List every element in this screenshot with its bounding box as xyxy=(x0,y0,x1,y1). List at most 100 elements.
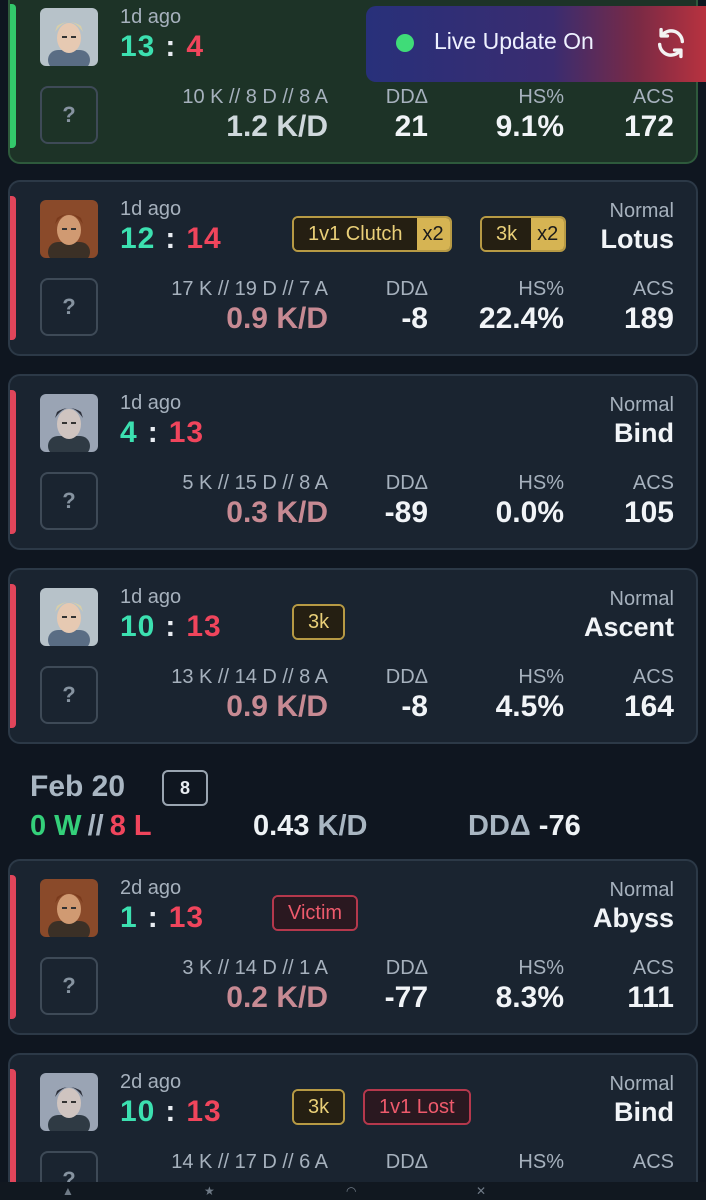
damage-delta-label: DDΔ xyxy=(385,957,428,979)
rounds-won: 10 xyxy=(120,1095,156,1128)
damage-delta-value: 21 xyxy=(394,110,428,143)
negative-achievement-badge: Victim xyxy=(272,895,359,931)
damage-delta-label: DDΔ xyxy=(385,86,428,108)
acs-value: 105 xyxy=(623,496,674,529)
kda-line: 5 K // 15 D // 8 A xyxy=(182,472,328,494)
damage-delta-value: -77 xyxy=(384,981,428,1014)
damage-delta-label: DDΔ xyxy=(385,666,428,688)
match-time-ago: 1d ago xyxy=(120,392,182,414)
game-mode: Normal xyxy=(609,200,674,222)
result-indicator xyxy=(10,1069,16,1200)
acs-value: 189 xyxy=(623,302,674,335)
agent-avatar xyxy=(40,588,98,646)
match-score: 1:13 xyxy=(120,901,204,935)
achievement-badge: 3k x2 xyxy=(480,216,567,252)
bottom-nav-bar: ▲ ★ ◠ ✕ xyxy=(0,1182,706,1200)
map-name: Bind xyxy=(614,1097,674,1127)
rounds-lost: 14 xyxy=(186,222,222,255)
map-name: Bind xyxy=(614,418,674,448)
sync-icon[interactable] xyxy=(654,26,688,60)
live-update-toast[interactable]: Live Update On xyxy=(366,6,706,82)
kd-ratio: 0.3 K/D xyxy=(226,496,328,529)
score-separator: : xyxy=(147,901,159,934)
live-update-label: Live Update On xyxy=(434,28,594,54)
day-win-loss: 0 W//8 L xyxy=(30,810,152,843)
match-card[interactable]: 1d ago 12:14 Normal Lotus ? 17 K // 19 D… xyxy=(8,180,698,356)
damage-delta-label: DDΔ xyxy=(385,1151,428,1173)
day-losses: 8 L xyxy=(109,810,152,842)
acs-label: ACS xyxy=(632,957,674,979)
kda-line: 17 K // 19 D // 7 A xyxy=(171,278,328,300)
badge-label: 1v1 Clutch xyxy=(294,218,417,250)
headshot-label: HS% xyxy=(518,1151,564,1173)
headshot-value: 22.4% xyxy=(478,302,564,335)
negative-achievement-badge: 1v1 Lost xyxy=(363,1089,471,1125)
score-separator: : xyxy=(165,1095,177,1128)
match-time-ago: 2d ago xyxy=(120,1071,182,1093)
headshot-label: HS% xyxy=(518,86,564,108)
agent-avatar xyxy=(40,394,98,452)
unknown-rank-icon: ? xyxy=(40,666,98,724)
match-time-ago: 1d ago xyxy=(120,198,182,220)
rounds-won: 13 xyxy=(120,30,156,63)
damage-delta-label: DDΔ xyxy=(385,278,428,300)
match-time-ago: 1d ago xyxy=(120,6,182,28)
rounds-lost: 13 xyxy=(186,610,222,643)
game-mode: Normal xyxy=(609,394,674,416)
badge-multiplier: x2 xyxy=(531,218,565,250)
score-separator: : xyxy=(147,416,159,449)
badge-label: Victim xyxy=(274,897,357,929)
game-mode: Normal xyxy=(609,588,674,610)
headshot-label: HS% xyxy=(518,957,564,979)
match-card[interactable]: 1d ago 10:13 Normal Ascent ? 13 K // 14 … xyxy=(8,568,698,744)
map-name: Ascent xyxy=(583,612,674,642)
rounds-lost: 13 xyxy=(168,901,205,934)
score-separator: : xyxy=(165,222,177,255)
score-separator: : xyxy=(165,610,177,643)
game-mode: Normal xyxy=(609,879,674,901)
tools-icon[interactable]: ✕ xyxy=(476,1184,490,1198)
kd-ratio: 1.2 K/D xyxy=(226,110,328,143)
match-card[interactable]: 2d ago 1:13 Normal Abyss ? 3 K // 14 D /… xyxy=(8,859,698,1035)
kda-line: 13 K // 14 D // 8 A xyxy=(171,666,328,688)
rounds-lost: 4 xyxy=(186,30,205,63)
result-indicator xyxy=(10,4,16,148)
rounds-won: 10 xyxy=(120,610,156,643)
agent-avatar xyxy=(40,879,98,937)
kd-ratio: 0.9 K/D xyxy=(226,690,328,723)
damage-delta-label: DDΔ xyxy=(385,472,428,494)
match-score: 4:13 xyxy=(120,416,204,450)
star-icon[interactable]: ★ xyxy=(204,1184,218,1198)
day-kd: 0.43 K/D xyxy=(253,810,367,843)
day-dd-label: DDΔ xyxy=(468,810,531,842)
rounds-won: 12 xyxy=(120,222,156,255)
unknown-rank-icon: ? xyxy=(40,472,98,530)
acs-value: 172 xyxy=(623,110,674,143)
unknown-rank-icon: ? xyxy=(40,278,98,336)
profile-icon[interactable]: ◠ xyxy=(346,1184,360,1198)
achievement-badge: 1v1 Clutch x2 xyxy=(292,216,452,252)
day-wins: 0 W xyxy=(30,810,82,842)
result-indicator xyxy=(10,584,16,728)
match-time-ago: 2d ago xyxy=(120,877,182,899)
match-card[interactable]: 2d ago 10:13 Normal Bind ? 14 K // 17 D … xyxy=(8,1053,698,1200)
acs-label: ACS xyxy=(632,86,674,108)
agent-avatar xyxy=(40,1073,98,1131)
day-damage-delta: DDΔ -76 xyxy=(468,810,581,843)
match-score: 10:13 xyxy=(120,1095,222,1129)
match-card[interactable]: 1d ago 4:13 Normal Bind ? 5 K // 15 D //… xyxy=(8,374,698,550)
damage-delta-value: -89 xyxy=(384,496,428,529)
acs-label: ACS xyxy=(632,278,674,300)
kda-line: 3 K // 14 D // 1 A xyxy=(182,957,328,979)
home-icon[interactable]: ▲ xyxy=(62,1184,76,1198)
game-mode: Normal xyxy=(609,1073,674,1095)
headshot-label: HS% xyxy=(518,278,564,300)
achievement-badge: 3k xyxy=(292,1089,346,1125)
match-time-ago: 1d ago xyxy=(120,586,182,608)
headshot-label: HS% xyxy=(518,472,564,494)
acs-label: ACS xyxy=(632,1151,674,1173)
match-score: 12:14 xyxy=(120,222,222,256)
agent-avatar xyxy=(40,8,98,66)
day-kd-unit: K/D xyxy=(317,810,368,842)
headshot-label: HS% xyxy=(518,666,564,688)
